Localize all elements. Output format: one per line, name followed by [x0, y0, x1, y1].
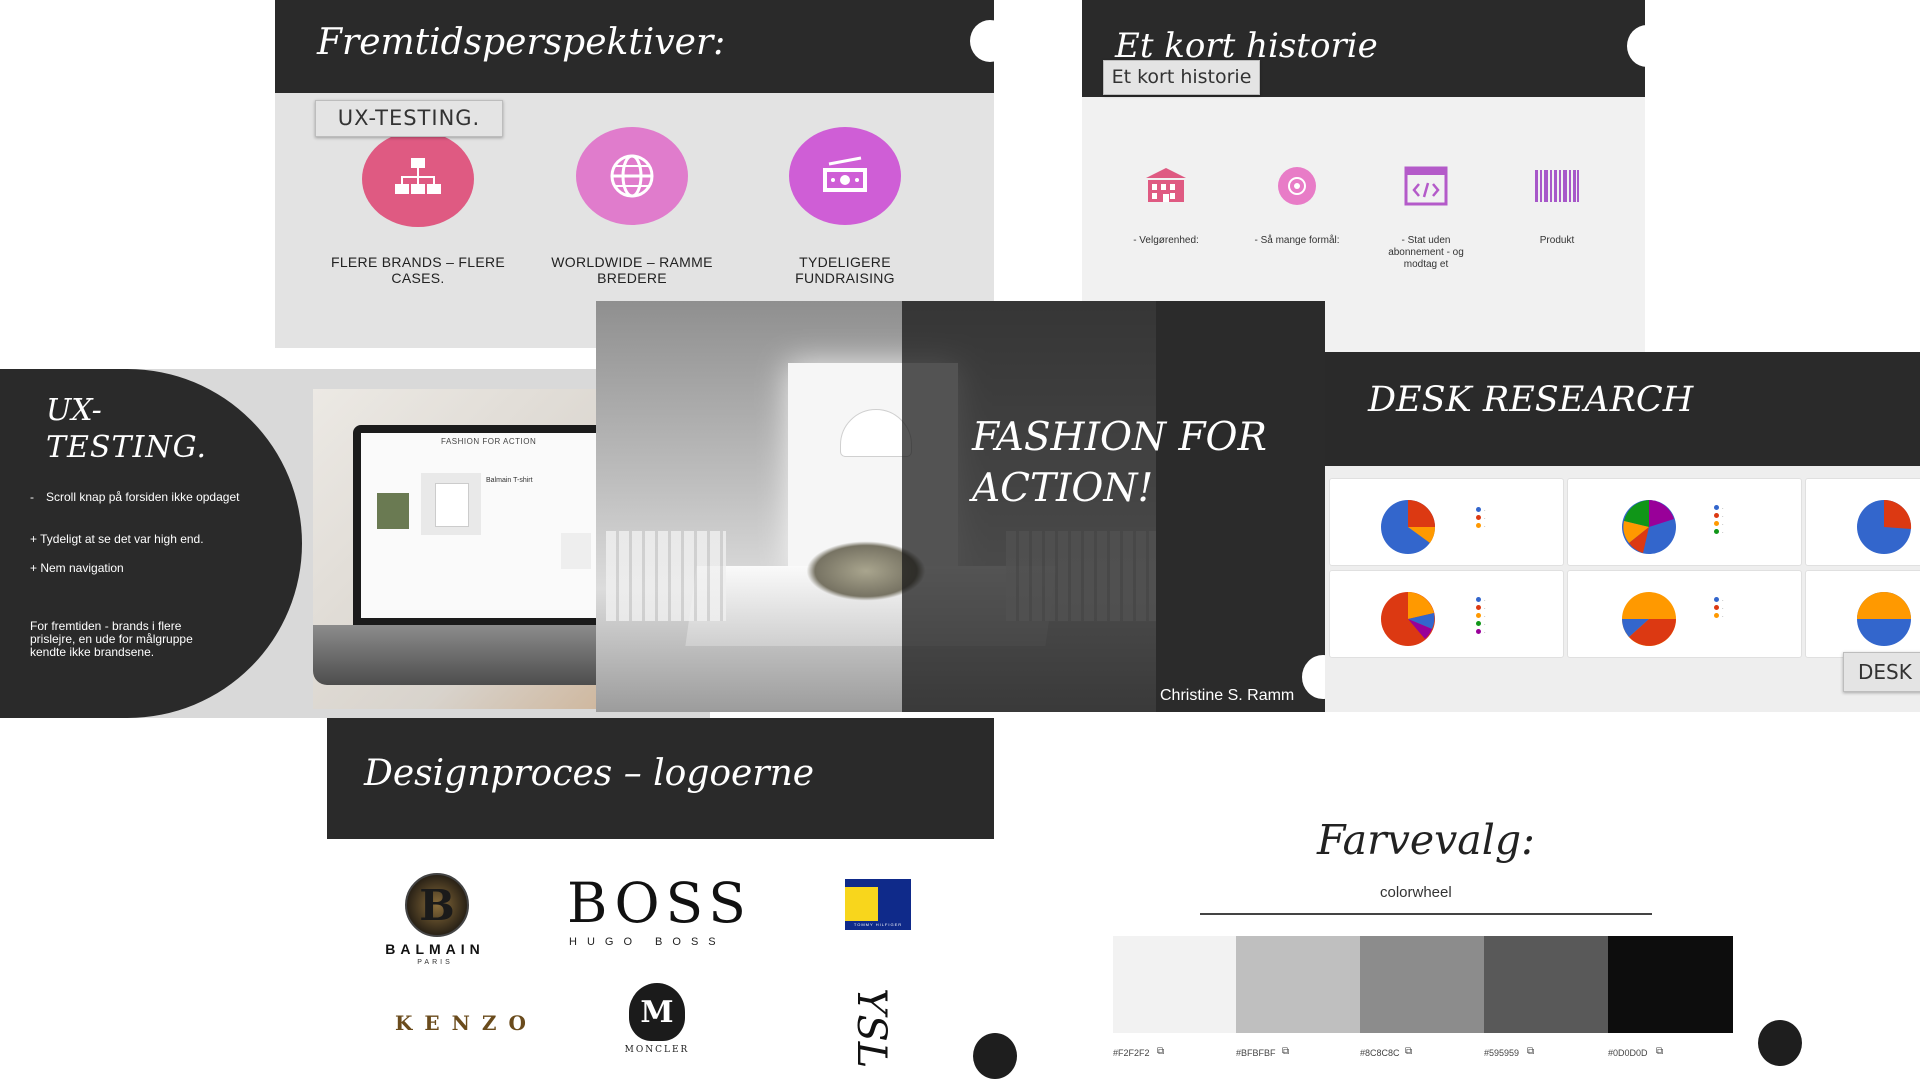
slide-future[interactable]: Fremtidsperspektiver: FLERE BRANDS – FLE…: [275, 0, 1010, 348]
slide-main[interactable]: FASHION FOR ACTION! Christine S. Ramm: [596, 301, 1325, 712]
target-icon: [1277, 166, 1317, 206]
future-item-2-label: WORLDWIDE – RAMME BREDERE: [551, 254, 713, 286]
boss-logo: BOSS HUGO BOSS: [567, 871, 752, 948]
swatch-3[interactable]: [1360, 936, 1484, 1033]
laptop-page-title: FASHION FOR ACTION: [441, 437, 537, 446]
seats-left: [606, 531, 726, 621]
slide-desk[interactable]: DESK RESEARCH · · · · · · · · · · · · · · ·: [1325, 352, 1920, 712]
swatch-4[interactable]: [1484, 936, 1608, 1033]
survey-card-3: [1805, 478, 1920, 566]
ysl-logo: YSL: [848, 987, 894, 1069]
laptop-product-name: Balmain T-shirt: [486, 477, 533, 484]
slide-desk-title: DESK RESEARCH: [1368, 380, 1694, 420]
swatch-1-label: #F2F2F2: [1113, 1048, 1150, 1058]
moncler-logo: M MONCLER: [617, 983, 697, 1063]
slide-corner-tab: [973, 1033, 1017, 1079]
barcode-icon: [1534, 170, 1580, 202]
ux-bullet-1: - Scroll knap på forsiden ikke opdaget: [30, 490, 240, 504]
swatch-4-label: #595959: [1484, 1048, 1520, 1058]
code-browser-icon: [1404, 166, 1448, 206]
main-title-line2: ACTION!: [972, 466, 1154, 511]
tommy-hilfiger-logo: TOMMY HILFIGER: [845, 879, 911, 931]
colors-title: Farvevalg:: [1317, 816, 1535, 864]
tooltip-desk: DESK: [1843, 652, 1920, 692]
slide-design-title: Designproces – logoerne: [364, 753, 815, 794]
tooltip-et-kort-historie: Et kort historie: [1103, 60, 1260, 95]
swatch-5-label: #0D0D0D: [1608, 1048, 1648, 1058]
swatch-2-label: #BFBFBF: [1236, 1048, 1276, 1058]
copy-icon[interactable]: ⧉: [1527, 1046, 1534, 1057]
history-item-4-label: Produkt: [1539, 235, 1575, 246]
product-thumb: [377, 493, 409, 529]
slide-corner-tab: [1758, 1020, 1802, 1066]
ux-title-line2: TESTING.: [46, 430, 208, 465]
balmain-logo: B BALMAIN PARIS: [383, 873, 487, 978]
survey-card-2: · · · ·: [1567, 478, 1802, 566]
tooltip-ux-testing: UX-TESTING.: [315, 100, 503, 137]
main-author: Christine S. Ramm: [1160, 687, 1295, 704]
kenzo-logo: KENZO: [395, 1011, 538, 1035]
slide-corner-tab: [1302, 655, 1325, 699]
future-item-3-label: TYDELIGERE FUNDRAISING: [795, 254, 895, 286]
history-item-1-label: - Velgørenhed:: [1133, 235, 1199, 246]
slide-desk-header: DESK RESEARCH: [1325, 352, 1920, 466]
ux-bullet-2: + Tydeligt at se det var high end.: [30, 532, 204, 546]
slide-design[interactable]: Designproces – logoerne B BALMAIN PARIS …: [327, 718, 1017, 1080]
money-icon: [789, 127, 901, 225]
swatch-5[interactable]: [1608, 936, 1733, 1033]
flowchart-icon: [362, 131, 474, 227]
copy-icon[interactable]: ⧉: [1405, 1046, 1412, 1057]
copy-icon[interactable]: ⧉: [1656, 1046, 1663, 1057]
swatch-2[interactable]: [1236, 936, 1360, 1033]
copy-icon[interactable]: ⧉: [1157, 1046, 1164, 1057]
survey-card-6: [1805, 570, 1920, 658]
slide-corner-tab: [1627, 25, 1667, 67]
slide-design-header: Designproces – logoerne: [327, 718, 994, 839]
ux-future-note: For fremtiden - brands i flere prislejre…: [30, 619, 193, 659]
survey-card-1: · · ·: [1329, 478, 1564, 566]
slide-corner-tab: [970, 20, 1010, 62]
tshirt-image: [421, 473, 481, 535]
slide-future-header: Fremtidsperspektiver:: [275, 0, 994, 93]
ux-bullet-3: + Nem navigation: [30, 561, 124, 575]
slide-future-title: Fremtidsperspektiver:: [317, 22, 726, 63]
survey-card-4: · · · · ·: [1329, 570, 1564, 658]
colors-divider: [1200, 913, 1652, 915]
future-item-1-label: FLERE BRANDS – FLERE CASES.: [330, 254, 506, 286]
main-title-line1: FASHION FOR: [972, 415, 1267, 460]
history-item-2-label: - Så mange formål:: [1254, 235, 1340, 246]
swatch-1[interactable]: [1113, 936, 1236, 1033]
survey-card-5: · · ·: [1567, 570, 1802, 658]
history-item-3-label: - Stat uden abonnement - og modtag et: [1388, 235, 1464, 270]
building-icon: [1144, 166, 1188, 206]
copy-icon[interactable]: ⧉: [1282, 1046, 1289, 1057]
ux-title-line1: UX-: [46, 393, 102, 428]
colors-subtitle: colorwheel: [1380, 884, 1452, 901]
person-image: [561, 533, 591, 569]
globe-icon: [576, 127, 688, 225]
swatch-3-label: #8C8C8C: [1360, 1048, 1400, 1058]
